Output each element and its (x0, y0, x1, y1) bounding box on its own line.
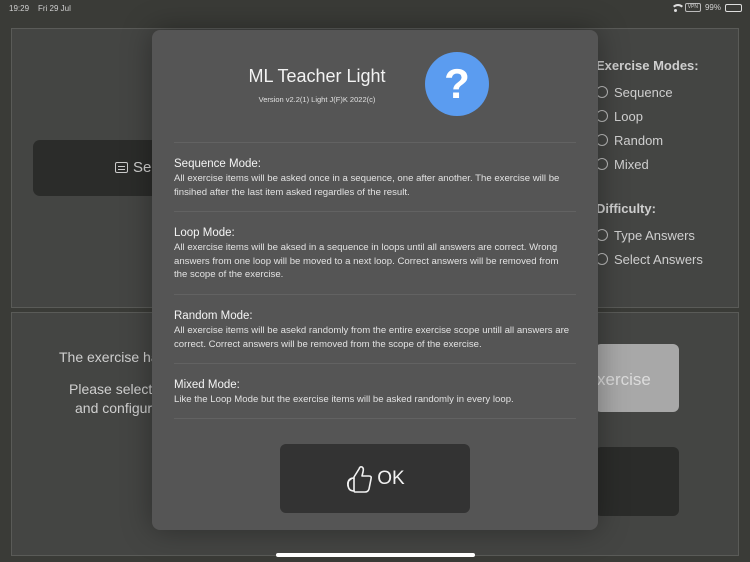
section-loop-mode: Loop Mode: All exercise items will be ak… (174, 227, 574, 282)
section-title: Sequence Mode: (174, 158, 261, 170)
status-date: Fri 29 Jul (38, 4, 71, 13)
ok-button[interactable]: OK (280, 444, 470, 513)
start-exercise-button[interactable]: xercise (595, 344, 679, 412)
section-mixed-mode: Mixed Mode: Like the Loop Mode but the e… (174, 379, 574, 407)
divider (174, 211, 576, 212)
section-text: All exercise items will be asekd randoml… (174, 325, 570, 350)
wifi-icon (670, 3, 685, 12)
section-title: Mixed Mode: (174, 379, 240, 391)
section-text: All exercise items will be asked once in… (174, 173, 560, 198)
difficulty-option-type[interactable]: Type Answers (596, 223, 703, 247)
battery-percent: 99% (704, 3, 721, 12)
mode-options: Exercise Modes: Sequence Loop Random Mix… (596, 58, 703, 271)
start-exercise-label: xercise (597, 370, 651, 389)
mode-option-mixed[interactable]: Mixed (596, 152, 703, 176)
status-bar: 19:29 Fri 29 Jul VPN 99% (0, 0, 750, 18)
section-title: Loop Mode: (174, 227, 235, 239)
divider (174, 363, 576, 364)
section-random-mode: Random Mode: All exercise items will be … (174, 310, 574, 351)
ok-button-label: OK (377, 467, 405, 489)
list-icon (115, 162, 128, 173)
mode-option-random[interactable]: Random (596, 128, 703, 152)
section-text: All exercise items will be aksed in a se… (174, 242, 559, 281)
difficulty-header: Difficulty: (596, 201, 656, 216)
status-time: 19:29 (9, 4, 30, 13)
exercise-message-line2: Please select (69, 381, 153, 397)
difficulty-option-select[interactable]: Select Answers (596, 247, 703, 271)
mode-option-sequence[interactable]: Sequence (596, 80, 703, 104)
section-sequence-mode: Sequence Mode: All exercise items will b… (174, 158, 574, 199)
exercise-message-line3: and configur (75, 400, 153, 416)
info-dialog: ML Teacher Light Version v2.2(1) Light J… (152, 30, 598, 530)
section-title: Random Mode: (174, 310, 253, 322)
home-indicator[interactable] (276, 553, 475, 557)
vpn-icon: VPN (684, 3, 701, 12)
mode-option-loop[interactable]: Loop (596, 104, 703, 128)
exercise-modes-header: Exercise Modes: (596, 58, 699, 73)
help-icon: ? (425, 52, 489, 116)
secondary-button[interactable] (595, 447, 679, 516)
battery-icon (725, 3, 742, 12)
divider (174, 418, 576, 419)
thumbs-up-icon (347, 465, 373, 493)
status-indicators: VPN 99% (670, 3, 742, 12)
divider (174, 142, 576, 143)
divider (174, 294, 576, 295)
section-text: Like the Loop Mode but the exercise item… (174, 394, 514, 405)
exercise-message-line1: The exercise ha (59, 349, 159, 365)
